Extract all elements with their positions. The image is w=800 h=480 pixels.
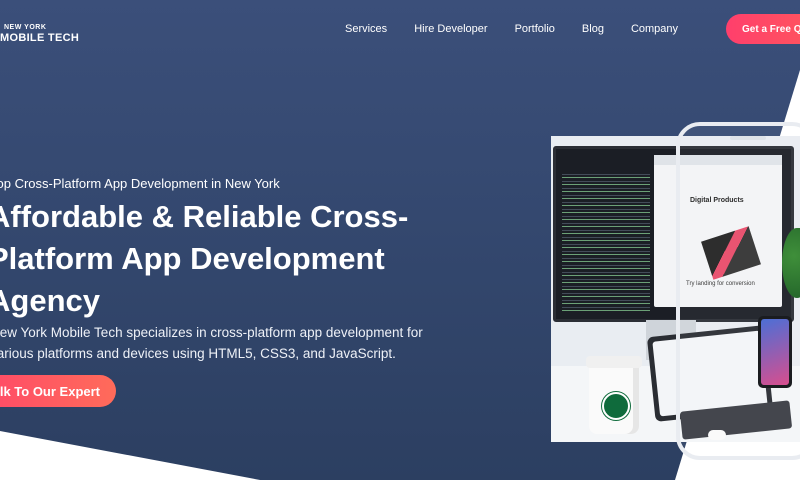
cup-lid — [586, 356, 642, 368]
get-free-quote-button[interactable]: Get a Free Quote — [726, 14, 800, 44]
earbuds-illustration — [708, 430, 726, 440]
smartphone-screen — [761, 319, 789, 385]
nav-hire-developer[interactable]: Hire Developer — [414, 22, 487, 36]
hero-eyebrow: Top Cross-Platform App Development in Ne… — [0, 176, 280, 191]
nav-portfolio[interactable]: Portfolio — [515, 22, 555, 36]
logo-big-text: MOBILE TECH — [0, 32, 80, 44]
smartphone-illustration — [758, 316, 792, 388]
cup-logo-icon — [602, 392, 630, 420]
hero-description: New York Mobile Tech specializes in cros… — [0, 325, 423, 361]
nav-blog[interactable]: Blog — [582, 22, 604, 36]
nav-services[interactable]: Services — [345, 22, 387, 36]
main-nav: Services Hire Developer Portfolio Blog C… — [345, 22, 705, 36]
hero-headline: Affordable & Reliable Cross-Platform App… — [0, 199, 409, 318]
phone-frame-illustration — [676, 122, 800, 460]
nav-company[interactable]: Company — [631, 22, 678, 36]
coffee-cup-illustration — [586, 356, 642, 434]
logo-small-text: NEW YORK — [4, 24, 47, 31]
logo[interactable]: NEW YORK MOBILE TECH — [0, 24, 79, 44]
phone-speaker — [730, 136, 766, 140]
code-editor-illustration — [562, 171, 650, 311]
talk-to-expert-button[interactable]: Talk To Our Expert — [0, 375, 116, 407]
